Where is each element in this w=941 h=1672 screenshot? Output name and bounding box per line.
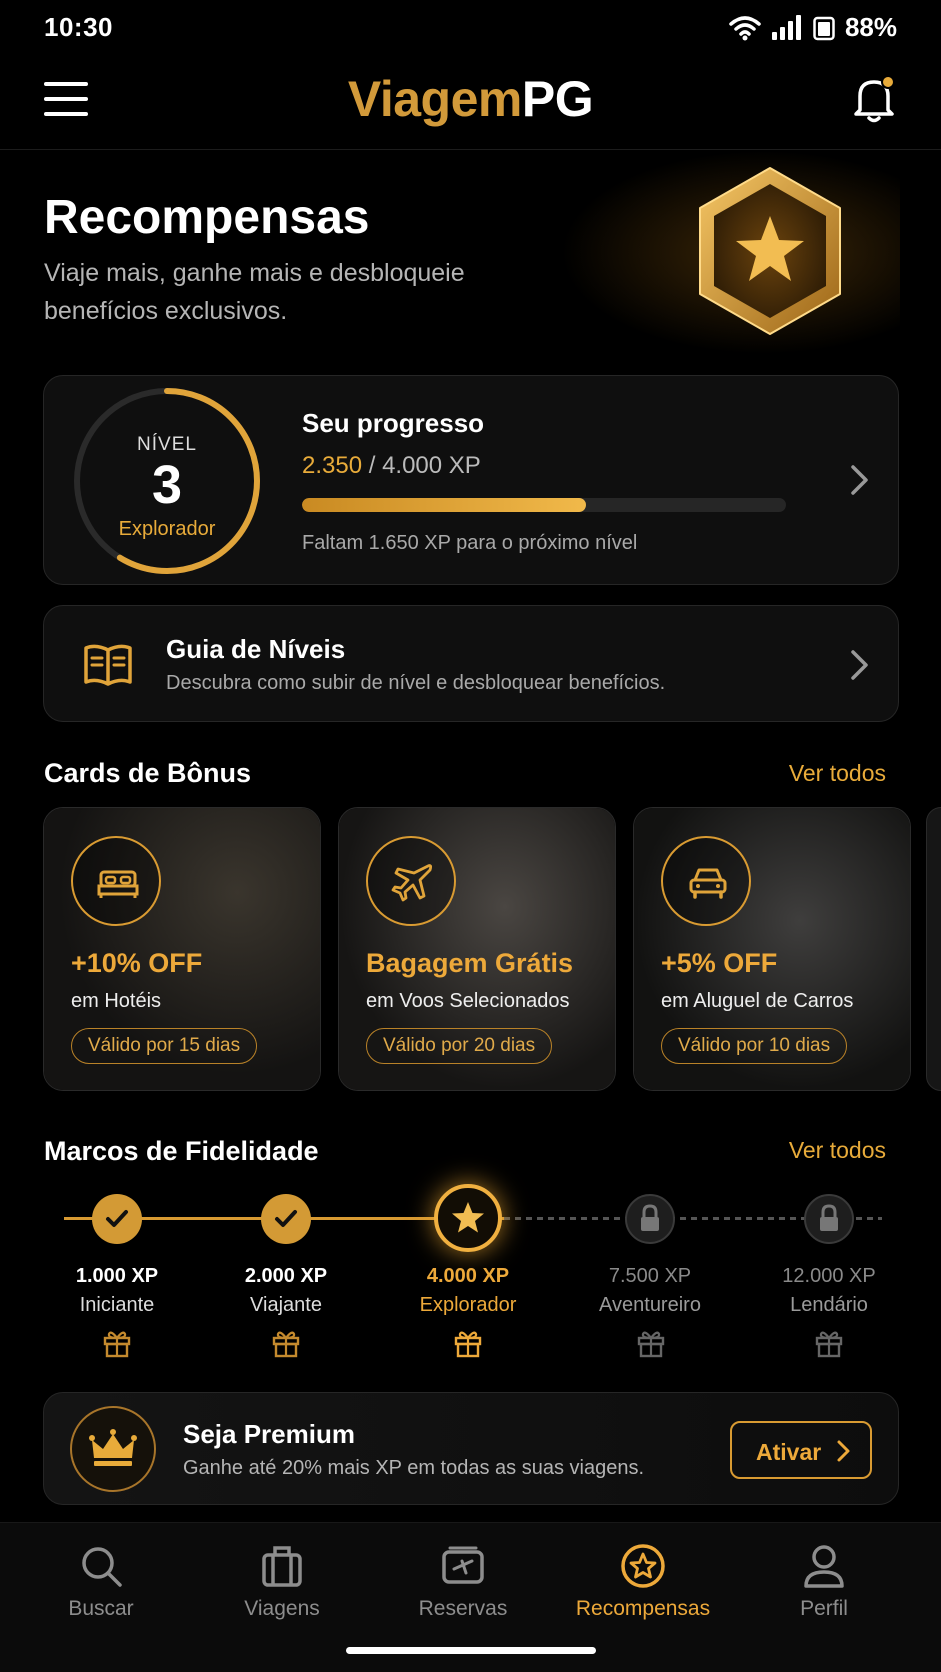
milestone-node-locked [804,1194,854,1244]
milestone-xp: 4.000 XP [426,1265,510,1287]
milestone-node-locked [625,1194,675,1244]
milestone-node-completed [261,1194,311,1244]
milestone-node-completed [92,1194,142,1244]
milestone-xp: 12.000 XP [782,1265,876,1287]
milestone-xp: 1.000 XP [75,1265,159,1287]
bonus-subtitle: em Hotéis [71,990,162,1012]
bonus-headline: +5% OFF [661,948,778,978]
check-icon [106,1210,128,1227]
milestone-name: Aventureiro [599,1294,701,1316]
chevron-right-icon[interactable] [849,463,871,497]
status-time: 10:30 [44,12,113,42]
user-icon [804,1545,844,1588]
wifi-icon [729,15,761,40]
bonus-validity: Válido por 20 dias [366,1028,553,1064]
milestone-name: Iniciante [79,1294,155,1316]
milestone-name: Lendário [790,1294,868,1316]
page-subtitle: Viaje mais, ganhe mais e desbloqueie ben… [44,259,465,325]
milestone-name: Viajante [250,1294,322,1316]
star-icon [452,1202,484,1233]
gift-icon [637,1331,665,1358]
gift-icon [272,1331,300,1358]
bonus-card-hotel[interactable]: +10% OFF em Hotéis Válido por 15 dias [43,807,321,1091]
app-header: ViagemPG [0,56,941,150]
battery-icon [813,16,835,40]
milestone-node-current [434,1184,502,1252]
bonus-card-next[interactable] [926,807,941,1091]
lock-icon [820,1204,838,1231]
level-progress-card[interactable]: NÍVEL 3 Explorador Seu progresso 2.350 /… [43,375,899,585]
app-logo: ViagemPG [347,71,594,127]
suitcase-icon [262,1546,302,1587]
tab-rewards[interactable]: Recompensas [553,1543,733,1621]
search-icon [82,1547,122,1587]
guide-description: Descubra como subir de nível e desbloque… [166,672,666,694]
bell-icon[interactable] [851,74,897,124]
status-bar: 10:30 88% [0,0,941,56]
activate-premium-button[interactable]: Ativar [730,1421,872,1479]
signal-icon [771,14,801,40]
progress-bar [302,498,786,512]
rewards-hero: Recompensas Viaje mais, ganhe mais e des… [0,150,941,355]
star-badge-icon [699,167,841,335]
bonus-section-title: Cards de Bônus [44,758,252,788]
page-title: Recompensas [44,191,370,244]
progress-note: Faltam 1.650 XP para o próximo nível [302,532,638,554]
tab-search[interactable]: Buscar [11,1543,191,1621]
gift-icon [454,1331,482,1358]
star-badge-icon [621,1544,665,1588]
gift-icon [815,1331,843,1358]
milestones-see-all-link[interactable]: Ver todos [789,1137,886,1164]
chevron-right-icon[interactable] [849,648,871,682]
bonus-validity: Válido por 10 dias [661,1028,848,1064]
bonus-card-baggage[interactable]: Bagagem Grátis em Voos Selecionados Váli… [338,807,616,1091]
bonus-validity: Válido por 15 dias [71,1028,258,1064]
level-guide-card[interactable]: Guia de Níveis Descubra como subir de ní… [43,605,899,722]
gift-icon [103,1331,131,1358]
level-label: NÍVEL [137,434,197,455]
tickets-icon [442,1546,484,1584]
guide-title: Guia de Níveis [166,634,346,664]
tab-trips[interactable]: Viagens [192,1543,372,1621]
bonus-see-all-link[interactable]: Ver todos [789,760,886,787]
battery-percent: 88% [844,12,897,42]
bonus-card-car[interactable]: +5% OFF em Aluguel de Carros Válido por … [633,807,911,1091]
bonus-subtitle: em Voos Selecionados [366,990,570,1012]
premium-banner: Seja Premium Ganhe até 20% mais XP em to… [43,1392,899,1505]
level-tier: Explorador [118,518,216,540]
progress-xp: 2.350 / 4.000 XP [302,452,481,479]
premium-description: Ganhe até 20% mais XP em todas as suas v… [183,1457,645,1479]
milestones-section-title: Marcos de Fidelidade [44,1136,319,1166]
lock-icon [641,1204,659,1231]
premium-title: Seja Premium [183,1419,355,1449]
home-indicator [346,1647,596,1654]
milestone-name: Explorador [419,1294,517,1316]
bonus-headline: +10% OFF [71,948,203,978]
milestone-xp: 2.000 XP [244,1265,328,1287]
car-icon [689,868,727,899]
check-icon [275,1210,297,1227]
tab-profile[interactable]: Perfil [734,1543,914,1621]
bonus-headline: Bagagem Grátis [366,948,574,978]
progress-title: Seu progresso [302,408,485,438]
bonus-subtitle: em Aluguel de Carros [661,990,854,1012]
level-number: 3 [151,455,183,515]
bed-icon [97,870,139,898]
milestone-xp: 7.500 XP [608,1265,692,1287]
tab-bookings[interactable]: Reservas [373,1543,553,1621]
plane-icon [391,864,433,902]
book-icon [84,644,132,686]
crown-icon [89,1429,137,1466]
chevron-right-icon [837,1440,850,1462]
